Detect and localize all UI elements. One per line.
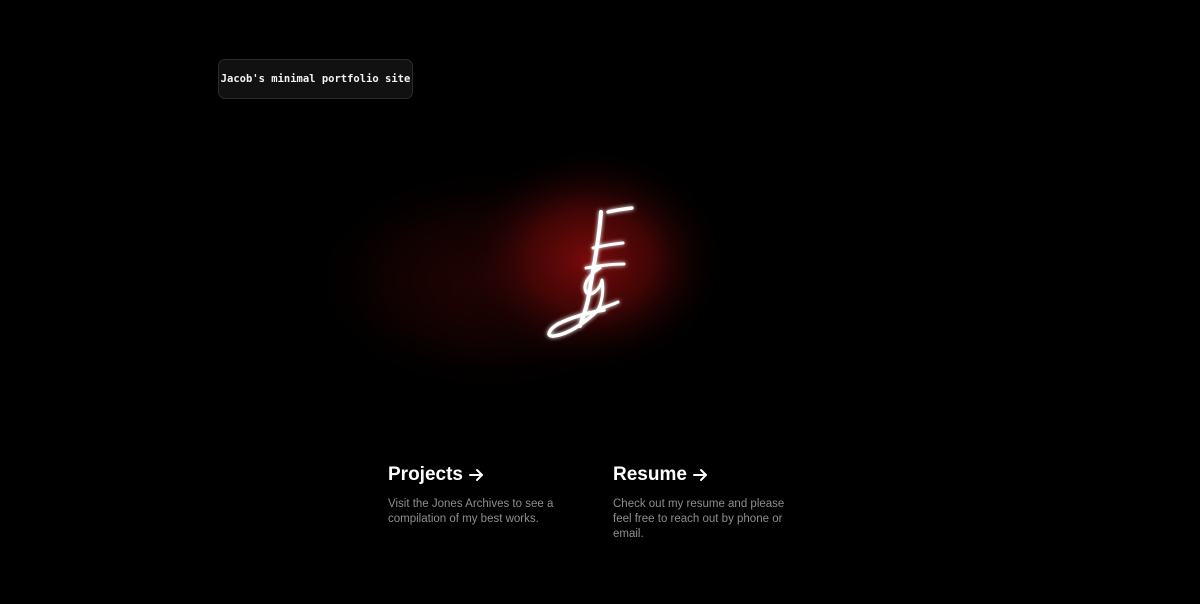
resume-heading: Resume [613,464,687,485]
projects-description: Visit the Jones Archives to see a compil… [388,498,554,525]
site-title-badge: Jacob's minimal portfolio site [218,59,413,99]
logo-area [290,140,750,430]
resume-card[interactable]: Resume Check out my resume and please fe… [613,462,813,542]
resume-link[interactable]: Resume [613,462,813,488]
projects-card[interactable]: Projects Visit the Jones Archives to see… [388,462,588,527]
logo-inner-glow [450,145,730,375]
projects-heading: Projects [388,464,463,485]
arrow-right-icon [692,469,707,481]
resume-description: Check out my resume and please feel free… [613,498,785,540]
site-title-text: Jacob's minimal portfolio site [220,73,411,85]
signature-logo-icon [300,145,730,400]
arrow-right-icon [468,469,483,481]
projects-link[interactable]: Projects [388,462,588,488]
portfolio-page: Jacob's minimal portfolio site Projects … [0,0,1200,604]
